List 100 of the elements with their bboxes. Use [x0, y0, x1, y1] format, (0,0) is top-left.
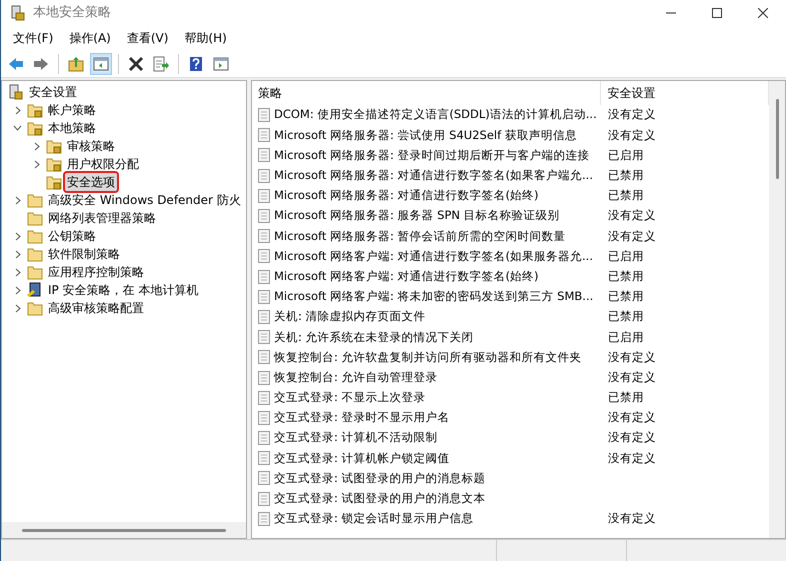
policy-icon: [258, 350, 270, 364]
folder-icon: [27, 300, 43, 316]
close-icon: [758, 8, 768, 18]
toolbar-button[interactable]: [90, 52, 112, 74]
table-cell: Microsoft 网络服务器: 对通信进行数字签名(如果客户端允...: [274, 167, 593, 184]
table-cell-text: 已禁用: [607, 167, 644, 184]
table-cell-text: 已禁用: [607, 308, 644, 326]
tree-item[interactable]: 网络列表管理器策略: [46, 209, 158, 227]
computer-lock-icon: [8, 84, 24, 100]
tree-item[interactable]: 安全选项: [65, 173, 117, 191]
menu-item[interactable]: 操作(A): [61, 29, 119, 47]
tree-item[interactable]: 本地策略: [46, 119, 98, 137]
folder-lock-icon: [27, 120, 43, 136]
tree-item[interactable]: 高级审核策略配置: [46, 299, 146, 317]
folder-icon: [27, 228, 43, 244]
table-cell-text: 已禁用: [607, 187, 644, 204]
policy-icon: [258, 188, 270, 203]
table-cell: Microsoft 网络服务器: 暂停会话前所需的空闲时间数量: [274, 228, 566, 245]
chevron-right-icon[interactable]: [14, 268, 20, 276]
table-cell: 交互式登录: 锁定会话时显示用户信息: [274, 510, 474, 528]
policy-icon: [258, 310, 270, 324]
chevron-down-icon[interactable]: [13, 125, 22, 131]
table-cell-text: 没有定义: [607, 228, 656, 245]
table-cell-text: 交互式登录: 计算机不活动限制: [274, 429, 438, 446]
menu-item[interactable]: 查看(V): [118, 29, 176, 47]
table-cell-text: 已禁用: [607, 268, 644, 285]
table-cell: 关机: 允许系统在未登录的情况下关闭: [274, 328, 474, 346]
table-cell-text: 已启用: [607, 328, 644, 346]
folder-up-icon: [68, 56, 84, 72]
policy-icon: [258, 330, 270, 344]
table-cell: 交互式登录: 计算机帐户锁定阈值: [274, 450, 450, 467]
policy-icon: [258, 108, 270, 122]
table-cell: 交互式登录: 试图登录的用户的消息文本: [274, 490, 486, 508]
policy-icon: [258, 410, 270, 425]
menu-item[interactable]: 文件(F): [5, 29, 62, 47]
table-cell-text: 没有定义: [607, 510, 656, 528]
table-cell-text: Microsoft 网络服务器: 服务器 SPN 目标名称验证级别: [274, 207, 560, 224]
tree-item[interactable]: 用户权限分配: [65, 155, 141, 173]
forward-arrow-icon: [33, 56, 49, 72]
policy-icon: [258, 431, 270, 446]
maximize-icon: [712, 8, 722, 18]
chevron-right-icon[interactable]: [14, 232, 20, 240]
app-icon: [11, 5, 25, 21]
folder-icon: [27, 210, 43, 226]
vertical-scrollbar[interactable]: [769, 81, 785, 538]
folder-icon: [27, 264, 43, 280]
folder-icon: [27, 246, 43, 262]
table-cell-text: 没有定义: [607, 348, 656, 366]
action-pane-icon: [213, 56, 229, 72]
policy-icon: [258, 209, 270, 224]
tree-item[interactable]: 公钥策略: [46, 227, 98, 245]
tree-item[interactable]: 帐户策略: [46, 101, 98, 119]
table-cell-text: 已禁用: [607, 389, 644, 406]
chevron-right-icon[interactable]: [14, 106, 20, 114]
tree-item[interactable]: 安全设置: [27, 83, 79, 101]
policy-icon: [258, 492, 270, 506]
menu-item[interactable]: 帮助(H): [176, 29, 235, 47]
table-cell-text: 没有定义: [607, 106, 656, 124]
tree-item[interactable]: 审核策略: [65, 137, 117, 155]
window-title: 本地安全策略: [33, 4, 111, 22]
policy-icon: [258, 249, 270, 264]
folder-lock-icon: [46, 156, 62, 172]
table-cell-text: Microsoft 网络客户端: 对通信进行数字签名(如果服务器允...: [274, 248, 593, 265]
table-cell-text: 没有定义: [607, 368, 656, 386]
folder-lock-icon: [46, 138, 62, 154]
table-cell-text: 关机: 清除虚拟内存页面文件: [274, 308, 426, 326]
table-cell-text: DCOM: 使用安全描述符定义语言(SDDL)语法的计算机启动...: [274, 106, 597, 124]
policy-icon: [258, 168, 270, 183]
policy-icon: [258, 148, 270, 162]
chevron-right-icon[interactable]: [14, 304, 20, 312]
table-cell-text: 没有定义: [607, 450, 656, 467]
policy-icon: [258, 471, 270, 486]
computer-key-icon: [27, 282, 43, 298]
chevron-right-icon[interactable]: [14, 250, 20, 258]
table-cell-text: 已禁用: [607, 288, 644, 306]
folder-icon: [27, 192, 43, 208]
tree-item[interactable]: 软件限制策略: [46, 245, 122, 263]
policy-icon: [258, 390, 270, 405]
table-cell: Microsoft 网络客户端: 将未加密的密码发送到第三方 SMB...: [274, 288, 594, 306]
table-cell-text: 没有定义: [607, 126, 656, 144]
chevron-right-icon[interactable]: [34, 142, 40, 150]
table-cell-text: 没有定义: [607, 207, 656, 224]
table-cell: 恢复控制台: 允许软盘复制并访问所有驱动器和所有文件夹: [274, 348, 582, 366]
chevron-right-icon[interactable]: [14, 286, 20, 294]
table-cell-text: 已启用: [607, 146, 644, 164]
tree-item[interactable]: 应用程序控制策略: [46, 263, 146, 281]
tree-item[interactable]: IP 安全策略，在 本地计算机: [46, 281, 200, 299]
chevron-right-icon[interactable]: [14, 196, 20, 204]
folder-lock-icon: [46, 174, 62, 190]
tree-item[interactable]: 高级安全 Windows Defender 防火: [46, 191, 243, 209]
table-cell: Microsoft 网络服务器: 对通信进行数字签名(始终): [274, 187, 538, 204]
horizontal-scrollbar[interactable]: [2, 522, 246, 538]
policy-icon: [258, 451, 270, 466]
policy-icon: [258, 370, 270, 385]
table-cell-text: 已启用: [607, 248, 644, 265]
table-cell-text: 交互式登录: 登录时不显示用户名: [274, 409, 450, 426]
chevron-right-icon[interactable]: [34, 160, 40, 168]
table-cell: 交互式登录: 不显示上次登录: [274, 389, 426, 406]
column-header[interactable]: 策略: [252, 81, 602, 105]
table-cell-text: Microsoft 网络服务器: 登录时间过期后断开与客户端的连接: [274, 146, 590, 164]
